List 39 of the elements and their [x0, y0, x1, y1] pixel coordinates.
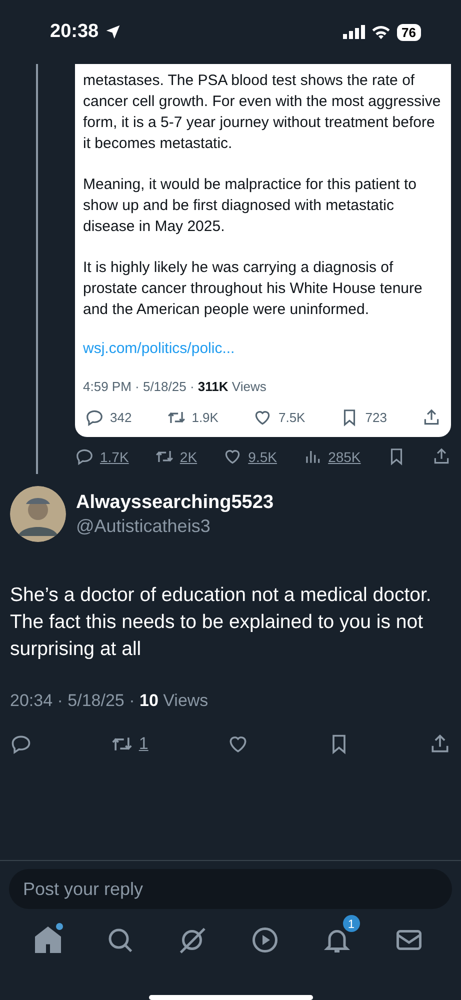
share-button[interactable]: [432, 447, 451, 466]
reply-input-field[interactable]: Post your reply: [9, 869, 452, 909]
reply-button[interactable]: [10, 733, 32, 755]
author-handle: @Autisticatheis3: [76, 516, 212, 536]
heart-icon: [223, 447, 242, 466]
location-arrow-icon: [104, 24, 121, 40]
notification-badge: 1: [342, 915, 360, 932]
post-paragraph: metastases. The PSA blood test shows the rate of cancer cell growth. For even with the most aggressive form, it is a 5-7 year journey without treatment before it becomes metastatic.: [83, 71, 441, 154]
heart-icon: [253, 408, 272, 427]
status-time: 20:38: [50, 21, 99, 43]
repost-button[interactable]: 1: [110, 733, 148, 755]
repost-button[interactable]: 2K: [154, 447, 198, 466]
article-link[interactable]: wsj.com/politics/polic...: [83, 340, 441, 357]
author-name: Alwayssearching5523: [76, 492, 274, 514]
reply-icon: [10, 733, 32, 755]
slashed-circle-icon[interactable]: [177, 925, 208, 955]
like-button[interactable]: 7.5K: [253, 408, 306, 427]
reply-text: She’s a doctor of education not a medical doctor. The fact this needs to be explained to you is not surprising at all: [10, 583, 432, 662]
signal-icon: [342, 25, 365, 39]
reply-icon: [75, 447, 94, 466]
play-icon[interactable]: [250, 925, 280, 955]
reply-button[interactable]: 342: [85, 408, 132, 427]
bookmark-button[interactable]: 723: [340, 408, 387, 427]
reply-button[interactable]: 1.7K: [75, 447, 129, 466]
post-paragraph: It is highly likely he was carrying a diagnosis of prostate cancer throughout his White House tenure and the American people were uninformed.: [83, 258, 424, 320]
share-button[interactable]: [422, 408, 441, 427]
reply-meta: 20:34 · 5/18/25 · 10 Views: [10, 691, 210, 711]
wifi-icon: [370, 24, 391, 40]
post-paragraph: Meaning, it would be malpractice for this patient to show up and be first diagnosed with metastatic disease in May 2025.: [83, 175, 418, 237]
reply-icon: [85, 408, 104, 427]
share-icon: [422, 408, 441, 427]
like-button[interactable]: 9.5K: [223, 447, 277, 466]
battery-indicator: 76: [396, 24, 421, 40]
share-icon: [432, 447, 451, 466]
views-button[interactable]: 285K: [303, 447, 361, 466]
repost-button[interactable]: 1.9K: [166, 408, 218, 427]
post-meta: 4:59 PM · 5/18/25 · 311K Views: [83, 379, 268, 394]
home-icon[interactable]: [33, 925, 63, 955]
avatar[interactable]: [10, 486, 66, 542]
